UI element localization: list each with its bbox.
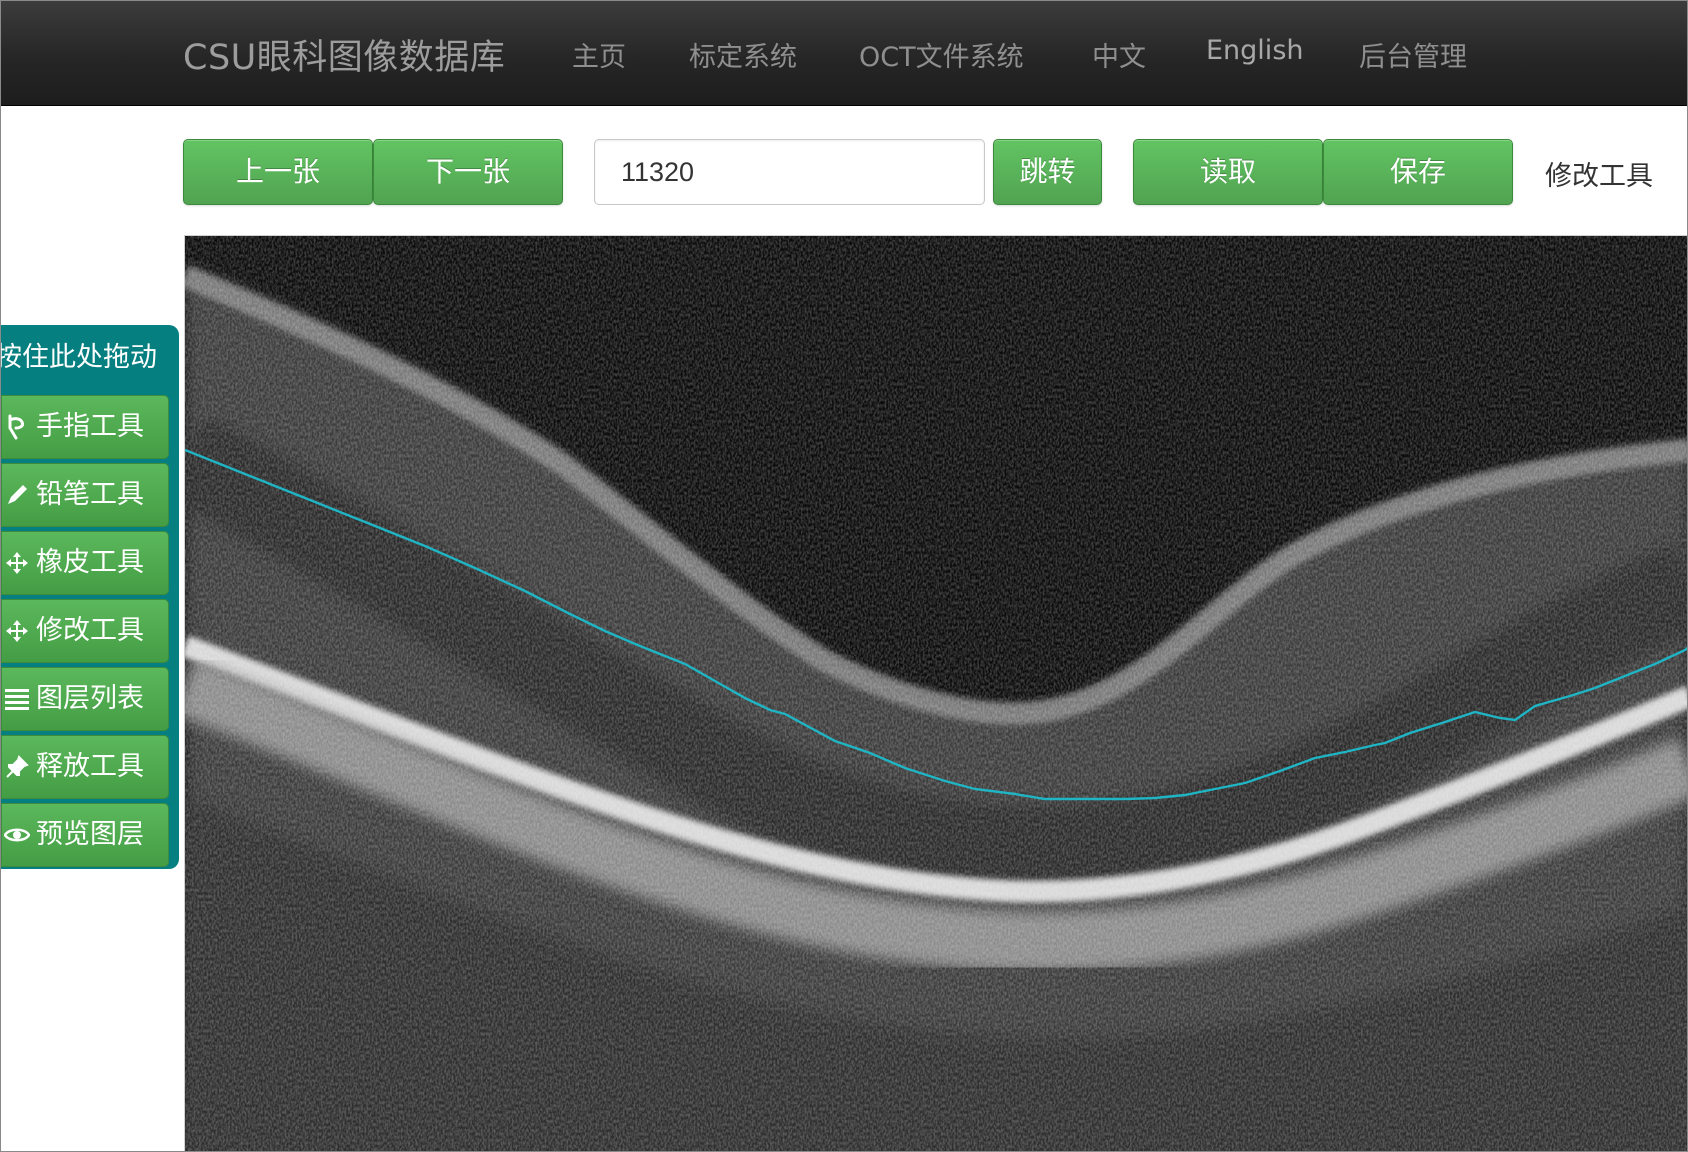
app-window: CSU眼科图像数据库 主页 标定系统 OCT文件系统 中文 English 后台… — [0, 0, 1688, 1152]
tool-label: 手指工具 — [36, 411, 144, 442]
tool-preview-layer[interactable]: 预览图层 — [1, 803, 169, 867]
tool-modify[interactable]: 修改工具 — [1, 599, 169, 663]
read-button[interactable]: 读取 — [1133, 139, 1323, 205]
speckle-noise — [185, 236, 1687, 1151]
tool-label: 图层列表 — [36, 683, 144, 714]
jump-button[interactable]: 跳转 — [993, 139, 1102, 205]
save-button[interactable]: 保存 — [1323, 139, 1513, 205]
nav-lang-english[interactable]: English — [1206, 35, 1304, 66]
top-navbar: CSU眼科图像数据库 主页 标定系统 OCT文件系统 中文 English 后台… — [1, 1, 1687, 106]
nav-oct-file-system[interactable]: OCT文件系统 — [859, 35, 1024, 74]
tool-label: 修改工具 — [36, 615, 144, 646]
tool-panel: 按住此处拖动 手指工具 铅笔工具 橡皮工具 修改工具 图层列表 释放工具 预览图… — [1, 325, 179, 869]
prev-image-button[interactable]: 上一张 — [183, 139, 373, 205]
tool-pencil[interactable]: 铅笔工具 — [1, 463, 169, 527]
move-arrows-icon — [4, 600, 30, 662]
nav-home[interactable]: 主页 — [572, 35, 626, 74]
nav-admin[interactable]: 后台管理 — [1359, 35, 1467, 74]
tool-label: 橡皮工具 — [36, 547, 144, 578]
tool-label: 铅笔工具 — [36, 479, 144, 510]
current-tool-label: 修改工具 — [1545, 161, 1653, 192]
pencil-icon — [4, 464, 30, 526]
drag-handle-label: 按住此处拖动 — [1, 342, 157, 373]
tool-layer-list[interactable]: 图层列表 — [1, 667, 169, 731]
eye-icon — [4, 804, 30, 866]
oct-image-canvas[interactable] — [184, 235, 1688, 1152]
panel-drag-handle[interactable]: 按住此处拖动 — [1, 331, 179, 385]
pushpin-icon — [4, 736, 30, 798]
tool-release[interactable]: 释放工具 — [1, 735, 169, 799]
brand-title[interactable]: CSU眼科图像数据库 — [183, 29, 505, 80]
next-image-button[interactable]: 下一张 — [373, 139, 563, 205]
image-number-input[interactable] — [594, 139, 985, 205]
tool-label: 释放工具 — [36, 751, 144, 782]
oct-scan-image[interactable] — [185, 236, 1688, 1152]
tool-eraser[interactable]: 橡皮工具 — [1, 531, 169, 595]
tool-hand[interactable]: 手指工具 — [1, 395, 169, 459]
tool-label: 预览图层 — [36, 819, 144, 850]
eraser-move-icon — [4, 532, 30, 594]
nav-annotation-system[interactable]: 标定系统 — [689, 35, 797, 74]
nav-lang-chinese[interactable]: 中文 — [1092, 35, 1146, 74]
list-icon — [4, 668, 30, 730]
hand-pointer-icon — [4, 396, 30, 458]
